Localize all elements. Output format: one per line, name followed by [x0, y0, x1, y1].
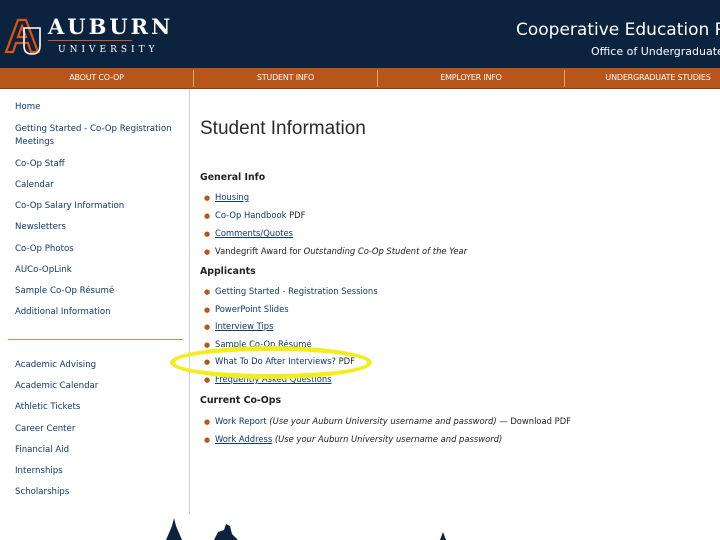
list-item: Interview Tips	[215, 320, 273, 332]
bullet-icon: ●	[204, 212, 211, 220]
link-housing[interactable]: Housing	[215, 192, 249, 202]
sidebar-item-academic-calendar[interactable]: Academic Calendar	[15, 380, 98, 393]
page-title: Student Information	[200, 118, 366, 139]
list-item: Frequently Asked Questions	[215, 373, 332, 385]
logo-divider	[48, 40, 132, 41]
list-item: Sample Co-Op Résumé	[215, 338, 312, 350]
sidebar-item-getting-started[interactable]: Getting Started - Co-Op Registration	[15, 123, 172, 136]
list-item: Housing	[215, 191, 249, 203]
list-item: Getting Started - Registration Sessions	[215, 285, 378, 297]
nav-undergraduate-studies[interactable]: UNDERGRADUATE STUDIES	[565, 68, 720, 88]
bullet-icon: ●	[204, 194, 211, 202]
nav-employer-info[interactable]: EMPLOYER INFO	[378, 68, 564, 88]
list-item: Work Report (Use your Auburn University …	[215, 415, 571, 427]
bullet-icon: ●	[204, 306, 211, 314]
main-nav: ABOUT CO-OP STUDENT INFO EMPLOYER INFO U…	[0, 68, 720, 89]
bullet-icon: ●	[204, 323, 211, 331]
sidebar-item-career-center[interactable]: Career Center	[15, 423, 75, 436]
campus-silhouette-icon	[166, 518, 446, 540]
login-note: (Use your Auburn University username and…	[274, 434, 503, 444]
bullet-icon: ●	[204, 341, 211, 349]
link-comments-quotes[interactable]: Comments/Quotes	[215, 228, 293, 238]
bullet-icon: ●	[204, 358, 211, 366]
bullet-icon: ●	[204, 288, 211, 296]
award-title: Outstanding Co-Op Student of the Year	[303, 246, 468, 256]
section-heading-current-coops: Current Co-Ops	[200, 395, 282, 406]
sidebar-item-sample-resume[interactable]: Sample Co-Op Résumé	[15, 285, 114, 298]
link-powerpoint-slides[interactable]: PowerPoint Slides	[215, 304, 289, 314]
pdf-label: PDF	[289, 210, 306, 220]
sidebar-item-home[interactable]: Home	[15, 101, 40, 114]
site-title: Cooperative Education Progr	[516, 20, 720, 40]
sidebar-item-salary-info[interactable]: Co-Op Salary Information	[15, 200, 124, 213]
link-work-address[interactable]: Work Address	[215, 434, 272, 444]
bullet-icon: ●	[204, 376, 211, 384]
sidebar-item-calendar[interactable]: Calendar	[15, 179, 54, 192]
section-heading-general: General Info	[200, 172, 266, 183]
sidebar-item-financial-aid[interactable]: Financial Aid	[15, 444, 69, 457]
list-item: What To Do After Interviews? PDF	[215, 355, 355, 367]
pdf-label: PDF	[338, 356, 355, 366]
sidebar-item-athletic-tickets[interactable]: Athletic Tickets	[15, 401, 80, 414]
au-logo-icon[interactable]	[4, 16, 44, 56]
sidebar-item-internships[interactable]: Internships	[15, 465, 63, 478]
link-coop-handbook[interactable]: Co-Op Handbook	[215, 210, 286, 220]
link-getting-started-registration[interactable]: Getting Started - Registration Sessions	[215, 286, 378, 296]
link-download[interactable]: Download	[510, 416, 552, 426]
bullet-icon: ●	[204, 230, 211, 238]
sidebar-divider	[8, 339, 183, 340]
bullet-icon: ●	[204, 436, 211, 444]
link-interview-tips[interactable]: Interview Tips	[215, 321, 273, 331]
logo-wordmark[interactable]: AUBURN	[48, 14, 173, 39]
list-item: PowerPoint Slides	[215, 303, 289, 315]
list-item: Co-Op Handbook PDF	[215, 209, 305, 221]
separator: —	[499, 416, 508, 426]
link-sample-resume[interactable]: Sample Co-Op Résumé	[215, 339, 312, 349]
login-note: (Use your Auburn University username and…	[269, 416, 497, 426]
link-faq[interactable]: Frequently Asked Questions	[215, 374, 332, 384]
bullet-icon: ●	[204, 418, 211, 426]
sidebar-item-newsletters[interactable]: Newsletters	[15, 221, 66, 234]
sidebar: Home Getting Started - Co-Op Registratio…	[0, 89, 190, 514]
sidebar-item-meetings[interactable]: Meetings	[15, 136, 54, 149]
section-heading-applicants: Applicants	[200, 266, 256, 277]
sidebar-item-coop-staff[interactable]: Co-Op Staff	[15, 158, 65, 171]
link-work-report[interactable]: Work Report	[215, 416, 267, 426]
site-header: AUBURN UNIVERSITY Cooperative Education …	[0, 0, 720, 68]
logo-subtitle: UNIVERSITY	[58, 45, 159, 55]
sidebar-item-scholarships[interactable]: Scholarships	[15, 486, 69, 499]
bullet-icon: ●	[204, 248, 211, 256]
award-text[interactable]: Vandegrift Award for	[215, 246, 301, 256]
pdf-label: PDF	[554, 416, 571, 426]
list-item: Work Address (Use your Auburn University…	[215, 433, 502, 445]
list-item: Vandegrift Award for Outstanding Co-Op S…	[215, 245, 467, 257]
link-what-to-do-after-interviews[interactable]: What To Do After Interviews?	[215, 356, 336, 366]
sidebar-item-academic-advising[interactable]: Academic Advising	[15, 359, 96, 372]
nav-student-info[interactable]: STUDENT INFO	[194, 68, 377, 88]
sidebar-item-aucooplink[interactable]: AUCo-OpLink	[15, 264, 72, 277]
sidebar-item-coop-photos[interactable]: Co-Op Photos	[15, 243, 74, 256]
nav-about-coop[interactable]: ABOUT CO-OP	[0, 68, 193, 88]
sidebar-item-additional-info[interactable]: Additional Information	[15, 306, 111, 319]
site-subtitle: Office of Undergraduate St	[591, 45, 720, 58]
list-item: Comments/Quotes	[215, 227, 293, 239]
